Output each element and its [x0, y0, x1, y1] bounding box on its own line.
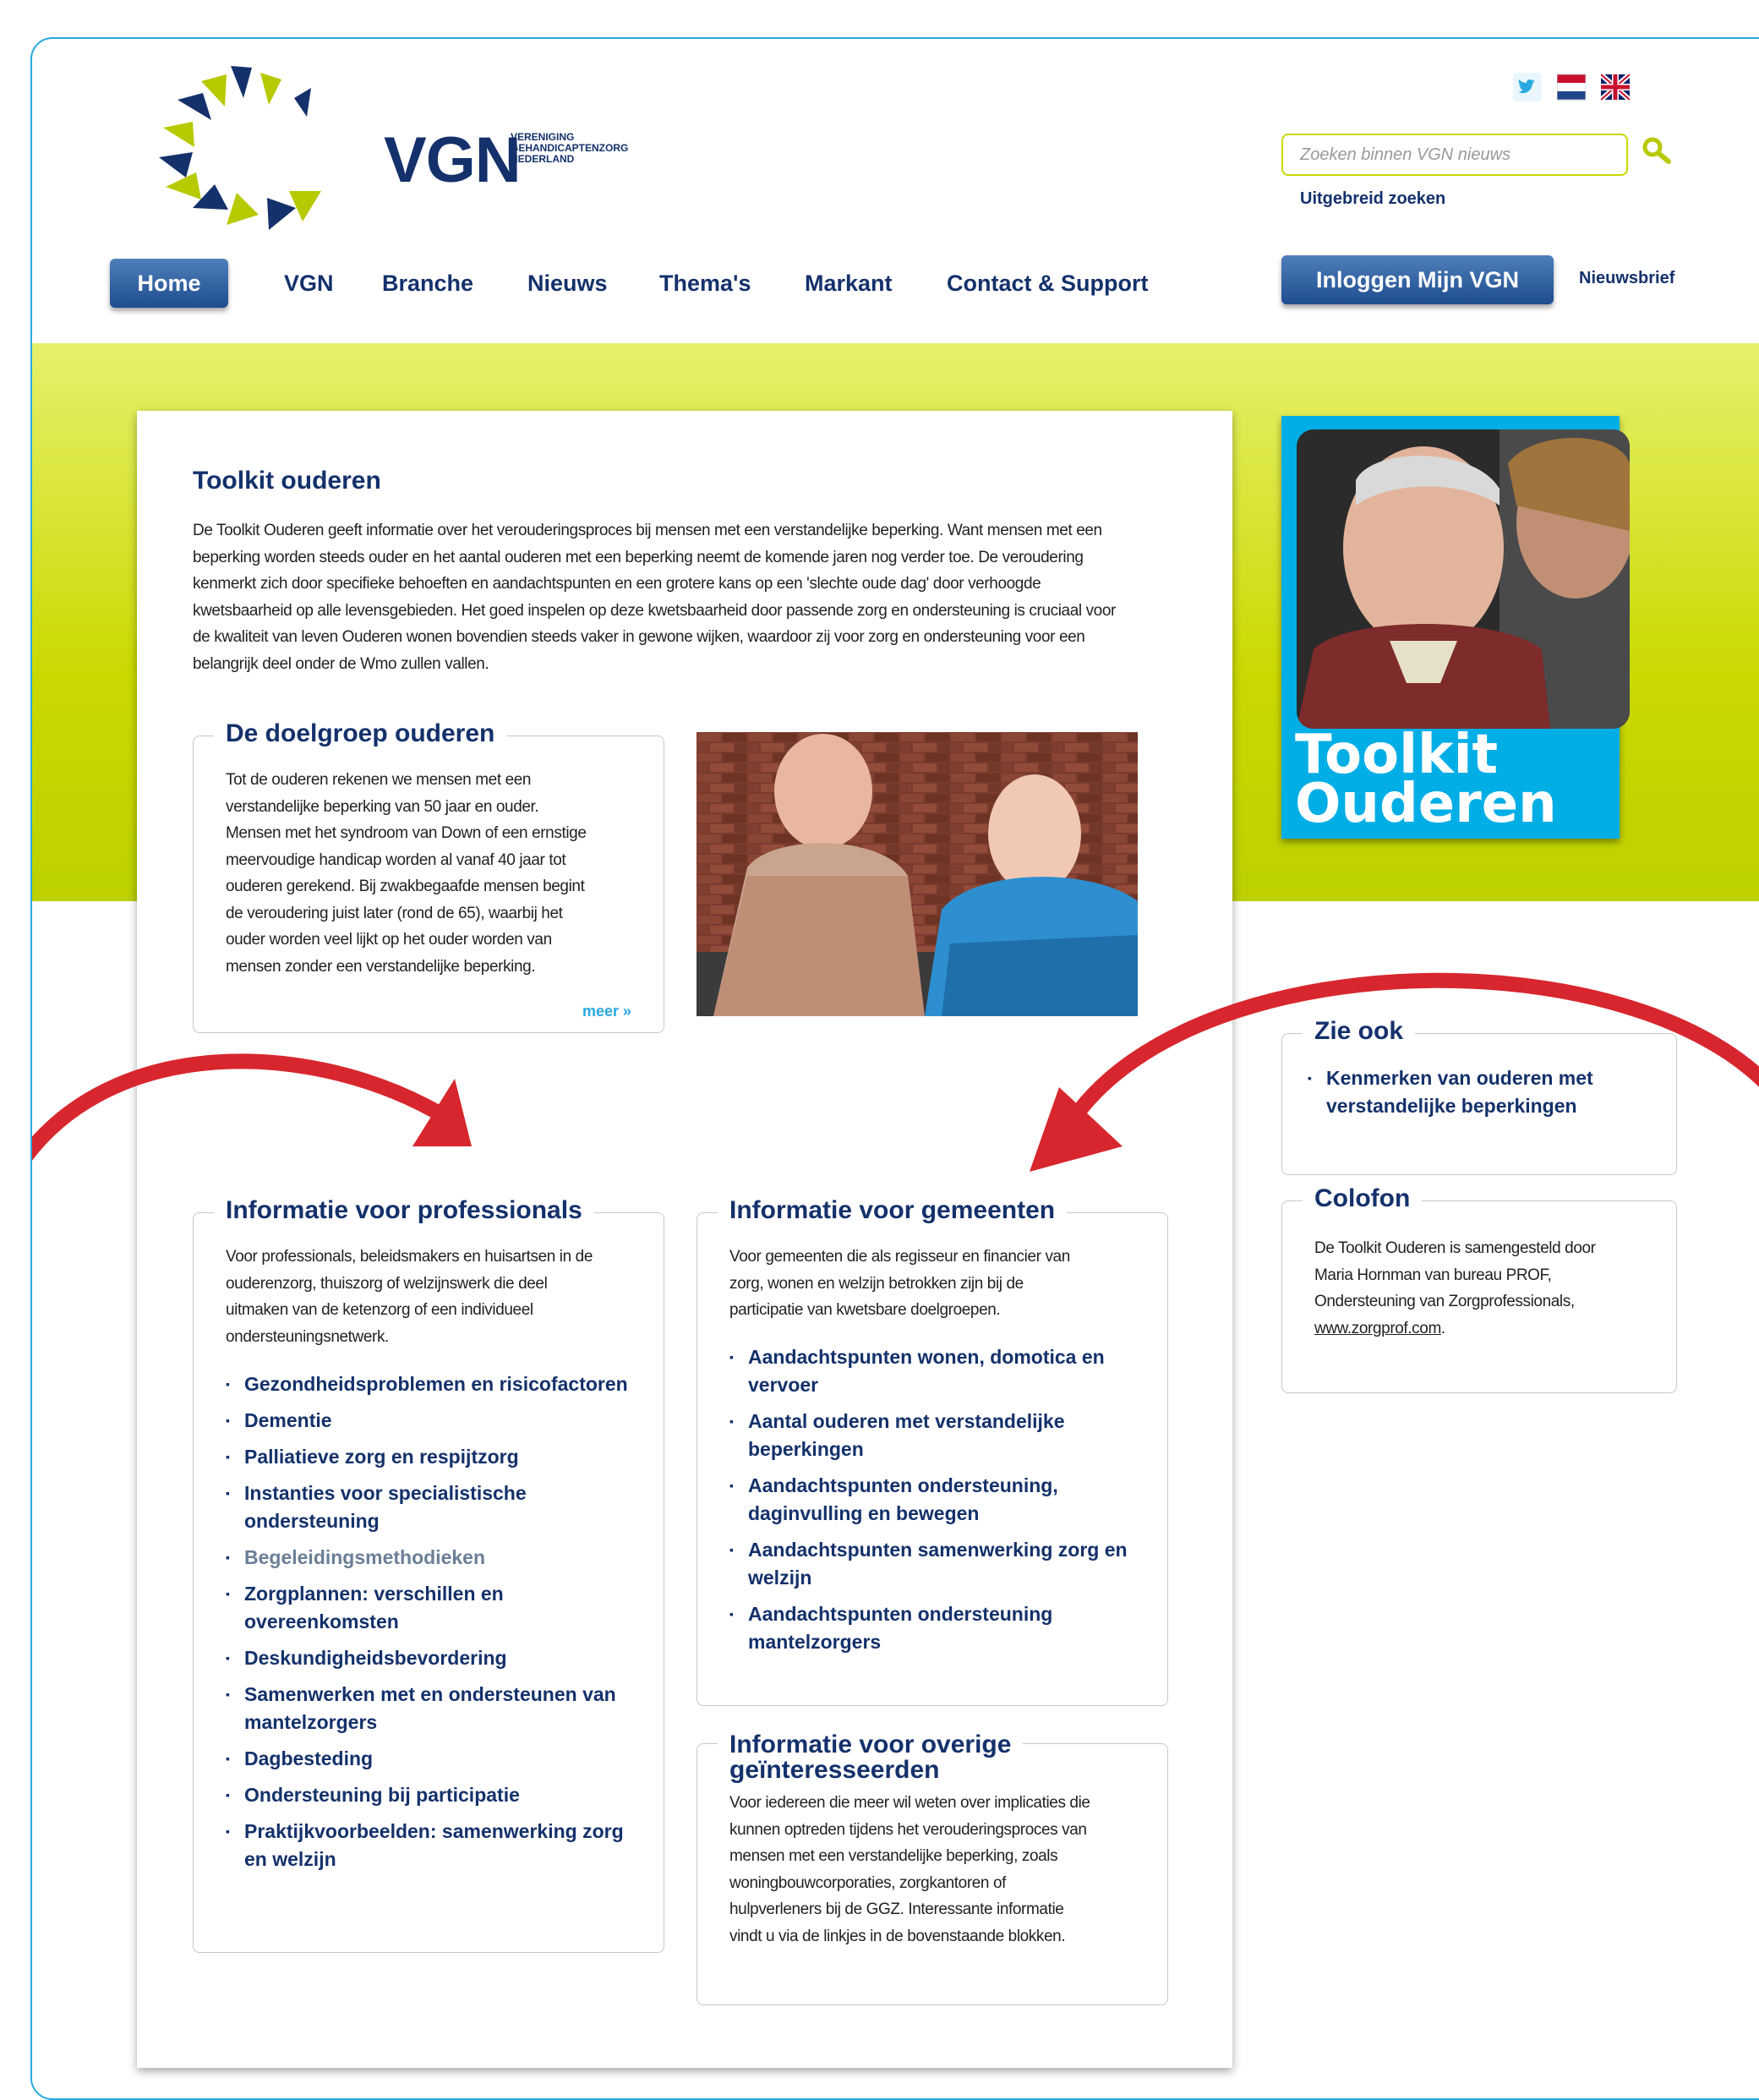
nav-home[interactable]: Home — [110, 259, 228, 308]
vgn-logo-mark — [159, 66, 321, 230]
toolkit-promo[interactable]: Toolkit Ouderen — [1281, 416, 1630, 839]
link-praktijkvoorbeelden[interactable]: Praktijkvoorbeelden: samenwerking zorg e… — [221, 1818, 643, 1873]
gemeenten-text: Voor gemeenten die als regisseur en fina… — [729, 1248, 1070, 1319]
link-ondersteuning-daginvulling[interactable]: Aandachtspunten ondersteuning, daginvull… — [724, 1472, 1139, 1528]
professionals-title: Informatie voor professionals — [214, 1196, 594, 1225]
login-button[interactable]: Inloggen Mijn VGN — [1281, 255, 1554, 304]
link-ondersteuning-participatie[interactable]: Ondersteuning bij participatie — [221, 1781, 643, 1809]
colofon-box: Colofon De Toolkit Ouderen is samengeste… — [1281, 1184, 1677, 1393]
newsletter-link[interactable]: Nieuwsbrief — [1579, 269, 1674, 288]
doelgroep-title: De doelgroep ouderen — [214, 719, 507, 748]
search-input[interactable]: Zoeken binnen VGN nieuws — [1281, 134, 1628, 176]
twitter-icon[interactable] — [1513, 73, 1542, 101]
promo-photo — [1297, 429, 1630, 729]
link-instanties[interactable]: Instanties voor specialistische onderste… — [221, 1479, 643, 1535]
professionals-text: Voor professionals, beleidsmakers en hui… — [226, 1248, 593, 1346]
nav-branche[interactable]: Branche — [382, 271, 473, 297]
doelgroep-photo — [696, 732, 1138, 1016]
link-dagbesteding[interactable]: Dagbesteding — [221, 1745, 643, 1773]
page-title: Toolkit ouderen — [193, 467, 381, 495]
link-samenwerken-mantelzorgers[interactable]: Samenwerken met en ondersteunen van mant… — [221, 1681, 643, 1736]
search-icon[interactable] — [1638, 134, 1675, 171]
doelgroep-more-link[interactable]: meer » — [582, 1003, 631, 1020]
main-content: Toolkit ouderen De Toolkit Ouderen geeft… — [137, 411, 1232, 2068]
link-kenmerken-ouderen[interactable]: Kenmerken van ouderen met verstandelijke… — [1303, 1064, 1658, 1120]
vgn-logo[interactable]: VGN VERENIGING GEHANDICAPTENZORG NEDERLA… — [134, 64, 628, 233]
link-deskundigheidsbevordering[interactable]: Deskundigheidsbevordering — [221, 1644, 643, 1672]
gemeenten-title: Informatie voor gemeenten — [718, 1196, 1068, 1225]
intro-text: De Toolkit Ouderen geeft informatie over… — [193, 522, 1116, 673]
nav-themas[interactable]: Thema's — [659, 271, 751, 297]
overige-text: Voor iedereen die meer wil weten over im… — [729, 1794, 1090, 1945]
colofon-text: De Toolkit Ouderen is samengesteld door … — [1314, 1239, 1596, 1337]
colofon-title: Colofon — [1303, 1184, 1423, 1213]
link-dementie[interactable]: Dementie — [221, 1407, 643, 1435]
professionals-box: Informatie voor professionals Voor profe… — [193, 1196, 664, 1953]
zie-ook-box: Zie ook Kenmerken van ouderen met versta… — [1281, 1017, 1677, 1175]
professionals-links: Gezondheidsproblemen en risicofactoren D… — [221, 1370, 643, 1882]
overige-title: Informatie voor overige geïnteresseerden — [718, 1732, 1024, 1783]
nav-markant[interactable]: Markant — [805, 271, 893, 297]
page-frame: VGN VERENIGING GEHANDICAPTENZORG NEDERLA… — [30, 37, 1759, 2100]
link-samenwerking-zorg[interactable]: Aandachtspunten samenwerking zorg en wel… — [724, 1536, 1139, 1592]
gemeenten-links: Aandachtspunten wonen, domotica en vervo… — [724, 1343, 1139, 1665]
colofon-link[interactable]: www.zorgprof.com — [1314, 1320, 1441, 1337]
promo-title: Toolkit Ouderen — [1295, 724, 1557, 835]
gemeenten-box: Informatie voor gemeenten Voor gemeenten… — [696, 1196, 1168, 1706]
link-aantal-ouderen[interactable]: Aantal ouderen met verstandelijke beperk… — [724, 1408, 1139, 1463]
doelgroep-text: Tot de ouderen rekenen we mensen met een… — [226, 771, 587, 976]
logo-wordmark: VGN — [384, 124, 522, 196]
logo-subtitle: VERENIGING GEHANDICAPTENZORG NEDERLAND — [511, 131, 629, 165]
zie-ook-links: Kenmerken van ouderen met verstandelijke… — [1303, 1064, 1658, 1129]
link-begeleidingsmethodieken[interactable]: Begeleidingsmethodieken — [221, 1544, 643, 1572]
english-flag-icon[interactable] — [1599, 72, 1631, 102]
link-gezondheidsproblemen[interactable]: Gezondheidsproblemen en risicofactoren — [221, 1370, 643, 1398]
nav-nieuws[interactable]: Nieuws — [527, 271, 608, 297]
dutch-flag-icon[interactable] — [1556, 73, 1587, 101]
doelgroep-box: De doelgroep ouderen Tot de ouderen reke… — [193, 719, 664, 1033]
link-zorgplannen[interactable]: Zorgplannen: verschillen en overeenkomst… — [221, 1580, 643, 1636]
link-palliatieve-zorg[interactable]: Palliatieve zorg en respijtzorg — [221, 1443, 643, 1471]
link-wonen-domotica[interactable]: Aandachtspunten wonen, domotica en vervo… — [724, 1343, 1139, 1399]
overige-box: Informatie voor overige geïnteresseerden… — [696, 1732, 1168, 2005]
nav-vgn[interactable]: VGN — [284, 271, 334, 297]
zie-ook-title: Zie ook — [1303, 1017, 1416, 1046]
link-ondersteuning-mantelzorgers[interactable]: Aandachtspunten ondersteuning mantelzorg… — [724, 1600, 1139, 1656]
advanced-search-link[interactable]: Uitgebreid zoeken — [1300, 189, 1445, 209]
nav-contact-support[interactable]: Contact & Support — [947, 271, 1148, 297]
